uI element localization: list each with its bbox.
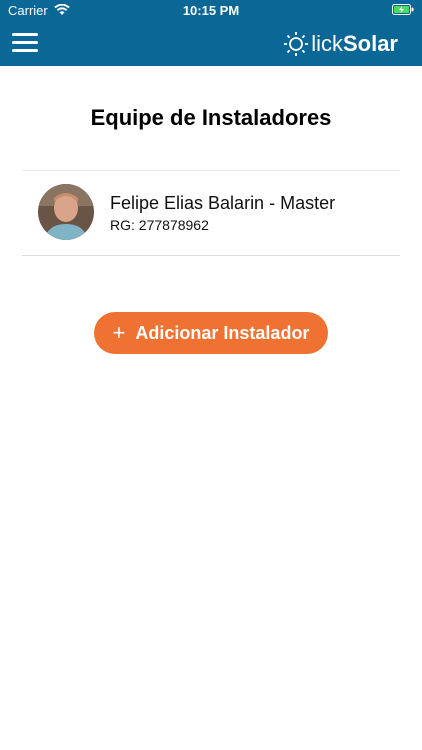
sun-icon: [284, 32, 309, 56]
battery-charging-icon: [392, 4, 414, 15]
installer-rg: RG: 277878962: [110, 217, 209, 233]
navigation-bar: lick Solar: [0, 22, 422, 66]
installer-name: Felipe Elias Balarin - Master: [110, 193, 336, 213]
logo-text-bold: Solar: [342, 31, 398, 56]
clicksolar-logo: lick Solar: [283, 29, 398, 59]
avatar: [38, 184, 94, 240]
status-bar: Carrier 10:15 PM: [0, 0, 422, 22]
hamburger-menu-icon[interactable]: [12, 33, 38, 55]
page-title: Equipe de Instaladores: [90, 105, 332, 130]
plus-icon: +: [112, 320, 126, 345]
status-time: 10:15 PM: [182, 3, 240, 18]
app-header: Carrier 10:15 PM lick Solar: [0, 0, 422, 66]
add-installer-label: Adicionar Instalador: [135, 322, 310, 343]
installer-list-item[interactable]: Felipe Elias Balarin - Master RG: 277878…: [22, 170, 400, 256]
add-installer-button[interactable]: + Adicionar Instalador: [94, 312, 328, 354]
logo-text-light: lick: [311, 31, 343, 56]
